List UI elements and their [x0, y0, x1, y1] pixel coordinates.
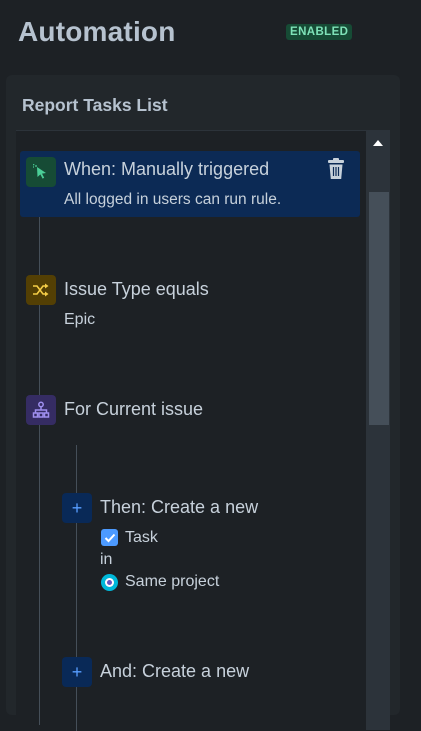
condition-title: Issue Type equals — [64, 279, 209, 299]
action-connector-text: in — [100, 551, 113, 568]
trigger-icon-box — [26, 157, 56, 187]
plus-icon: + — [71, 662, 83, 682]
project-avatar-icon — [101, 574, 118, 591]
trigger-component[interactable]: When: Manually triggered All logged in u… — [20, 151, 360, 217]
branch-title: For Current issue — [64, 399, 204, 419]
cursor-click-icon — [33, 164, 46, 179]
trigger-title: When: Manually triggered — [64, 159, 270, 179]
delete-button[interactable] — [326, 158, 348, 182]
branch-component[interactable]: For Current issue — [20, 391, 360, 431]
rule-component-list: When: Manually triggered All logged in u… — [16, 130, 366, 731]
list-scrollbar[interactable] — [366, 130, 390, 730]
action-icon-box: + — [62, 493, 92, 523]
plus-icon: + — [71, 498, 83, 518]
status-badge: ENABLED — [286, 24, 353, 40]
action-title: Then: Create a new — [100, 497, 259, 517]
condition-component[interactable]: Issue Type equals Epic — [20, 271, 360, 337]
trigger-subtitle: All logged in users can run rule. — [64, 191, 282, 208]
page-title: Automation — [18, 16, 176, 47]
trash-icon — [328, 158, 344, 179]
condition-icon-box — [26, 275, 56, 305]
action-issue-type: Task — [125, 529, 158, 546]
connector-line — [39, 425, 40, 725]
header: Automation ENABLED — [18, 14, 408, 54]
action-component[interactable]: + Then: Create a new Task in Same projec… — [56, 489, 356, 599]
shuffle-icon — [33, 283, 49, 297]
report-tasks-panel: Report Tasks List When: Manually trigger… — [6, 75, 400, 731]
task-checkbox-icon — [101, 529, 118, 546]
branch-icon — [32, 401, 50, 418]
condition-value: Epic — [64, 311, 96, 328]
action-title-2: And: Create a new — [100, 661, 250, 681]
scroll-up-button[interactable] — [366, 130, 390, 154]
action-icon-box: + — [62, 657, 92, 687]
panel-title: Report Tasks List — [22, 95, 168, 115]
action-component-2[interactable]: + And: Create a new — [56, 653, 356, 693]
scroll-thumb[interactable] — [369, 192, 389, 425]
action-project: Same project — [125, 573, 220, 590]
branch-icon-box — [26, 395, 56, 425]
